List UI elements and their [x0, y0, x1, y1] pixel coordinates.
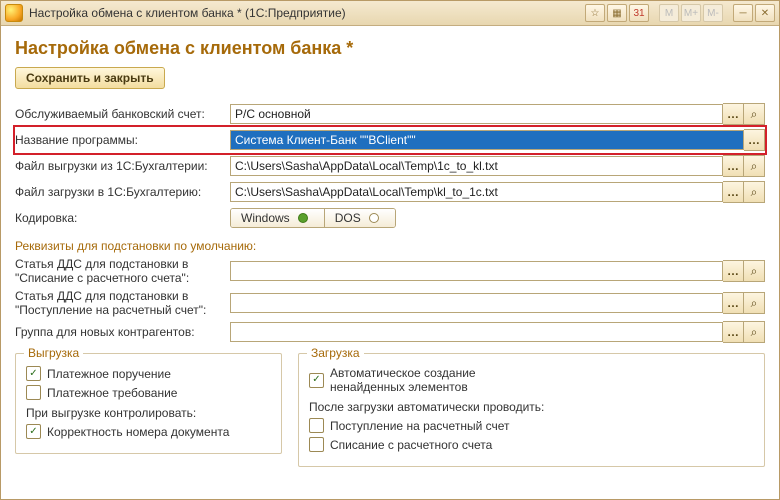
chk-doc-number-correct-label: Корректность номера документа [47, 425, 229, 439]
dds-income-search-button[interactable] [744, 292, 765, 314]
import-legend: Загрузка [307, 346, 364, 360]
label-import-file: Файл загрузки в 1С:Бухгалтерию: [15, 185, 230, 199]
program-name-select-button[interactable] [744, 129, 765, 151]
calendar-icon[interactable]: 31 [629, 4, 649, 22]
label-encoding: Кодировка: [15, 211, 230, 225]
checkbox-icon [26, 424, 41, 439]
checkbox-icon [309, 373, 324, 388]
new-contractors-group-search-button[interactable] [744, 321, 765, 343]
checkbox-icon [309, 418, 324, 433]
app-icon [5, 4, 23, 22]
titlebar: Настройка обмена с клиентом банка * (1С:… [1, 1, 779, 26]
export-file-select-button[interactable] [723, 155, 744, 177]
encoding-toggle: Windows DOS [230, 208, 396, 228]
program-name-input[interactable] [230, 130, 744, 150]
label-new-contractors-group: Группа для новых контрагентов: [15, 325, 230, 339]
row-encoding: Кодировка: Windows DOS [15, 207, 765, 229]
fieldsets-row: Выгрузка Платежное поручение Платежное т… [15, 353, 765, 467]
bank-account-search-button[interactable] [744, 103, 765, 125]
row-new-contractors-group: Группа для новых контрагентов: [15, 321, 765, 343]
bank-account-input[interactable] [230, 104, 723, 124]
radio-dot-icon [369, 213, 379, 223]
content-area: Настройка обмена с клиентом банка * Сохр… [1, 26, 779, 499]
import-auto-post-label: После загрузки автоматически проводить: [309, 400, 754, 414]
memory-mminus-button[interactable]: M- [703, 4, 723, 22]
dds-writeoff-search-button[interactable] [744, 260, 765, 282]
label-dds-writeoff: Статья ДДС для подстановки в "Списание с… [15, 257, 230, 285]
encoding-dos-label: DOS [335, 211, 361, 225]
chk-doc-number-correct[interactable]: Корректность номера документа [26, 424, 271, 439]
checkbox-icon [26, 385, 41, 400]
chk-income-label: Поступление на расчетный счет [330, 419, 510, 433]
new-contractors-group-select-button[interactable] [723, 321, 744, 343]
page-title: Настройка обмена с клиентом банка * [15, 38, 765, 59]
import-file-search-button[interactable] [744, 181, 765, 203]
close-button[interactable]: ✕ [755, 4, 775, 22]
checkbox-icon [309, 437, 324, 452]
row-dds-income: Статья ДДС для подстановки в "Поступлени… [15, 289, 765, 317]
window-title: Настройка обмена с клиентом банка * (1С:… [29, 6, 585, 20]
chk-payment-order-label: Платежное поручение [47, 367, 171, 381]
radio-dot-icon [298, 213, 308, 223]
row-program-name: Название программы: [15, 129, 765, 151]
chk-writeoff[interactable]: Списание с расчетного счета [309, 437, 754, 452]
export-file-input[interactable] [230, 156, 723, 176]
label-dds-income: Статья ДДС для подстановки в "Поступлени… [15, 289, 230, 317]
grid-icon[interactable]: ▦ [607, 4, 627, 22]
favorite-icon[interactable]: ☆ [585, 4, 605, 22]
row-dds-writeoff: Статья ДДС для подстановки в "Списание с… [15, 257, 765, 285]
chk-auto-create[interactable]: Автоматическое создание ненайденных элем… [309, 366, 754, 394]
label-bank-account: Обслуживаемый банковский счет: [15, 107, 230, 121]
export-file-search-button[interactable] [744, 155, 765, 177]
row-export-file: Файл выгрузки из 1С:Бухгалтерии: [15, 155, 765, 177]
encoding-windows-option[interactable]: Windows [231, 209, 324, 227]
dds-income-input[interactable] [230, 293, 723, 313]
row-import-file: Файл загрузки в 1С:Бухгалтерию: [15, 181, 765, 203]
chk-payment-request[interactable]: Платежное требование [26, 385, 271, 400]
label-program-name: Название программы: [15, 133, 230, 147]
chk-income[interactable]: Поступление на расчетный счет [309, 418, 754, 433]
memory-m-button[interactable]: M [659, 4, 679, 22]
defaults-section-title: Реквизиты для подстановки по умолчанию: [15, 239, 765, 253]
bank-account-select-button[interactable] [723, 103, 744, 125]
chk-payment-order[interactable]: Платежное поручение [26, 366, 271, 381]
label-export-file: Файл выгрузки из 1С:Бухгалтерии: [15, 159, 230, 173]
import-file-input[interactable] [230, 182, 723, 202]
chk-writeoff-label: Списание с расчетного счета [330, 438, 492, 452]
encoding-dos-option[interactable]: DOS [324, 209, 395, 227]
chk-auto-create-label: Автоматическое создание ненайденных элем… [330, 366, 550, 394]
memory-mplus-button[interactable]: M+ [681, 4, 701, 22]
minimize-button[interactable]: ─ [733, 4, 753, 22]
dds-income-select-button[interactable] [723, 292, 744, 314]
checkbox-icon [26, 366, 41, 381]
row-bank-account: Обслуживаемый банковский счет: [15, 103, 765, 125]
export-legend: Выгрузка [24, 346, 83, 360]
chk-payment-request-label: Платежное требование [47, 386, 177, 400]
dds-writeoff-select-button[interactable] [723, 260, 744, 282]
import-file-select-button[interactable] [723, 181, 744, 203]
new-contractors-group-input[interactable] [230, 322, 723, 342]
encoding-windows-label: Windows [241, 211, 290, 225]
export-fieldset: Выгрузка Платежное поручение Платежное т… [15, 353, 282, 454]
import-fieldset: Загрузка Автоматическое создание ненайде… [298, 353, 765, 467]
export-control-label: При выгрузке контролировать: [26, 406, 271, 420]
save-and-close-button[interactable]: Сохранить и закрыть [15, 67, 165, 89]
dds-writeoff-input[interactable] [230, 261, 723, 281]
app-window: Настройка обмена с клиентом банка * (1С:… [0, 0, 780, 500]
titlebar-controls: ☆ ▦ 31 M M+ M- ─ ✕ [585, 4, 775, 22]
